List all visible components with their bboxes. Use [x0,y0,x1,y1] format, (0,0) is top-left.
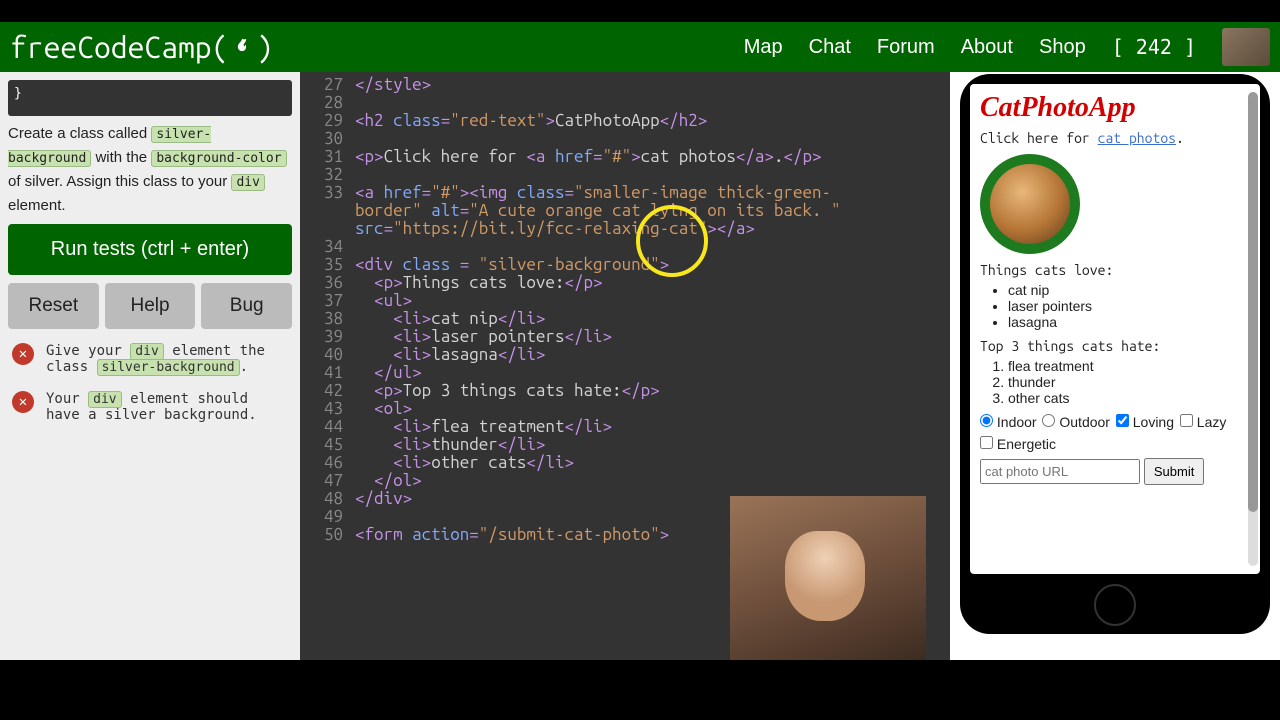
test-item: ✕ Give your div element the class silver… [8,335,292,383]
nav-map[interactable]: Map [744,36,783,59]
test-results: ✕ Give your div element the class silver… [8,335,292,431]
cat-photos-link[interactable]: cat photos [1098,130,1176,146]
code-line[interactable]: 47 </ol> [300,472,950,490]
code-line[interactable]: src="https://bit.ly/fcc-relaxing-cat"></… [300,220,950,238]
submit-button[interactable]: Submit [1144,458,1204,485]
fail-icon: ✕ [12,391,34,413]
code-line[interactable]: 28 [300,94,950,112]
love-list: cat niplaser pointerslasagna [1008,282,1250,330]
test-item: ✕ Your div element should have a silver … [8,383,292,431]
code-line[interactable]: border" alt="A cute orange cat lying on … [300,202,950,220]
code-line[interactable]: 36 <p>Things cats love:</p> [300,274,950,292]
list-item: lasagna [1008,314,1250,330]
phone-frame: CatPhotoApp Click here for cat photos. T… [960,74,1270,634]
help-button[interactable]: Help [105,283,196,329]
code-line[interactable]: 43 <ol> [300,400,950,418]
radio-indoor[interactable]: Indoor [980,414,1037,430]
scrollbar-thumb[interactable] [1248,92,1258,512]
code-line[interactable]: 39 <li>laser pointers</li> [300,328,950,346]
code-line[interactable]: 27</style> [300,76,950,94]
list-item: thunder [1008,374,1250,390]
logo-close-paren: ) [256,30,273,64]
hate-heading: Top 3 things cats hate: [980,338,1250,354]
test-text: Give your div element the class silver-b… [46,343,288,375]
code-line[interactable]: 29<h2 class="red-text">CatPhotoApp</h2> [300,112,950,130]
nav-points[interactable]: [ 242 ] [1112,35,1196,59]
code-line[interactable]: 32 [300,166,950,184]
test-text: Your div element should have a silver ba… [46,391,288,423]
instructions: Create a class called silver-background … [8,122,292,218]
code-line[interactable]: 37 <ul> [300,292,950,310]
code-line[interactable]: 35<div class = "silver-background"> [300,256,950,274]
cat-image[interactable] [980,154,1080,254]
list-item: cat nip [1008,282,1250,298]
avatar[interactable] [1222,28,1270,66]
chip-background-color: background-color [151,150,286,167]
photo-url-input[interactable] [980,459,1140,484]
run-tests-button[interactable]: Run tests (ctrl + enter) [8,224,292,275]
reset-button[interactable]: Reset [8,283,99,329]
main: } Create a class called silver-backgroun… [0,72,1280,660]
code-line[interactable]: 34 [300,238,950,256]
nav: Map Chat Forum About Shop [ 242 ] [744,28,1270,66]
code-preview: } [8,80,292,116]
preview-screen: CatPhotoApp Click here for cat photos. T… [970,84,1260,574]
home-button-icon [1094,584,1136,626]
code-line[interactable]: 46 <li>other cats</li> [300,454,950,472]
hate-list: flea treatmentthunderother cats [1008,358,1250,406]
nav-shop[interactable]: Shop [1039,36,1086,59]
code-line[interactable]: 30 [300,130,950,148]
webcam-overlay [730,496,926,662]
left-panel: } Create a class called silver-backgroun… [0,72,300,660]
check-lazy[interactable]: Lazy [1180,414,1226,430]
code-line[interactable]: 33<a href="#"><img class="smaller-image … [300,184,950,202]
flame-icon [232,30,252,64]
nav-chat[interactable]: Chat [809,36,851,59]
code-line[interactable]: 31<p>Click here for <a href="#">cat phot… [300,148,950,166]
code-line[interactable]: 40 <li>lasagna</li> [300,346,950,364]
letterbox-bottom [0,660,1280,720]
radio-outdoor[interactable]: Outdoor [1042,414,1109,430]
logo-text: freeCodeCamp( [10,30,228,64]
list-item: laser pointers [1008,298,1250,314]
nav-about[interactable]: About [961,36,1013,59]
bug-button[interactable]: Bug [201,283,292,329]
preview-panel: CatPhotoApp Click here for cat photos. T… [950,72,1280,660]
fail-icon: ✕ [12,343,34,365]
header: freeCodeCamp( ) Map Chat Forum About Sho… [0,22,1280,72]
intro-text: Click here for cat photos. [980,130,1250,146]
chip-div: div [231,174,264,191]
check-energetic[interactable]: Energetic [980,436,1056,452]
check-loving[interactable]: Loving [1116,414,1174,430]
code-line[interactable]: 41 </ul> [300,364,950,382]
nav-forum[interactable]: Forum [877,36,935,59]
code-line[interactable]: 44 <li>flea treatment</li> [300,418,950,436]
code-line[interactable]: 42 <p>Top 3 things cats hate:</p> [300,382,950,400]
radio-row: Indoor Outdoor Loving Lazy [980,414,1250,430]
love-heading: Things cats love: [980,262,1250,278]
code-line[interactable]: 38 <li>cat nip</li> [300,310,950,328]
app-title: CatPhotoApp [980,92,1250,124]
list-item: other cats [1008,390,1250,406]
code-line[interactable]: 45 <li>thunder</li> [300,436,950,454]
letterbox-top [0,0,1280,22]
list-item: flea treatment [1008,358,1250,374]
logo[interactable]: freeCodeCamp( ) [10,30,273,64]
